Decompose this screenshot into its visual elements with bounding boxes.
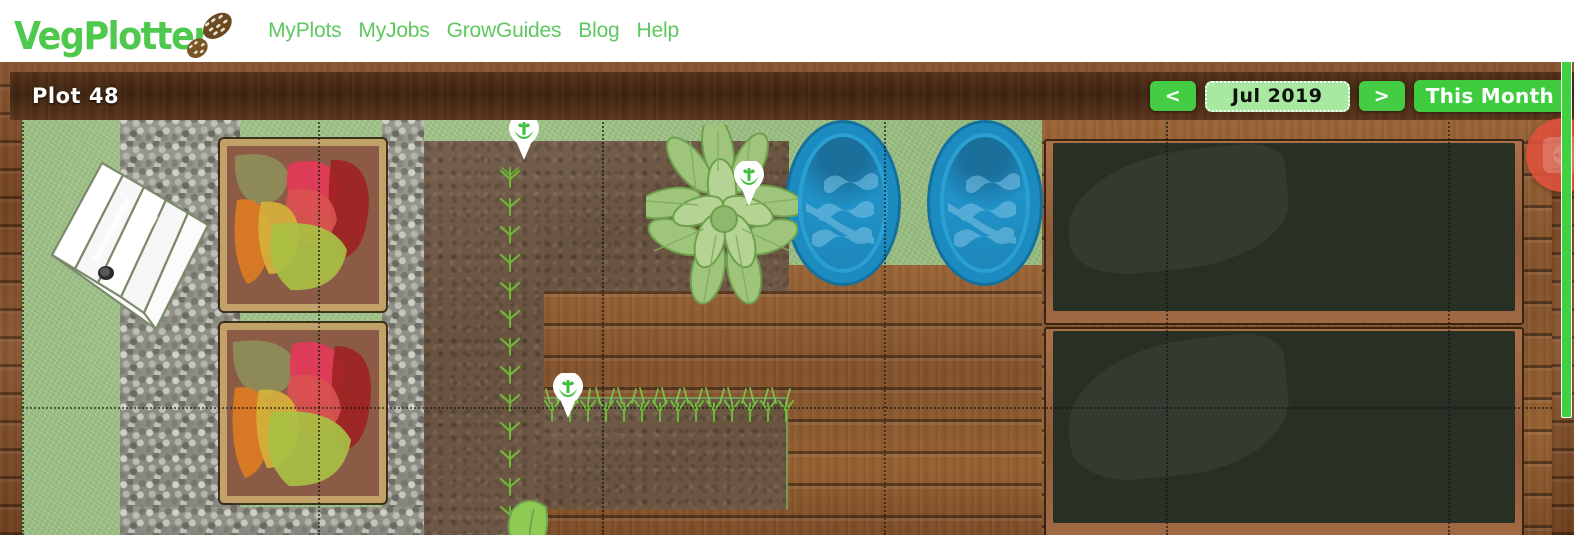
nav-link-blog[interactable]: Blog: [578, 19, 619, 43]
corner-leaf: [507, 500, 549, 535]
nav-link-growguides[interactable]: GrowGuides: [447, 19, 562, 43]
nav-link-myjobs[interactable]: MyJobs: [358, 19, 429, 43]
date-navigation-controls: < Jul 2019 > This Month: [1149, 80, 1566, 112]
plot-canvas[interactable]: [22, 115, 1552, 535]
nav-link-help[interactable]: Help: [637, 19, 680, 43]
raised-bed-bottom[interactable]: [220, 323, 386, 503]
soil-bed-vertical-left[interactable]: [424, 141, 544, 535]
this-month-button[interactable]: This Month: [1413, 80, 1566, 112]
brand-logo[interactable]: VegPlotter: [14, 5, 232, 58]
leafy-plant[interactable]: [646, 125, 798, 305]
top-navigation-bar: VegPlotter MyPlots MyJobs GrowGuides Blo…: [0, 0, 1574, 62]
plot-title: Plot 48: [32, 84, 120, 108]
vertical-scrollbar-thumb[interactable]: [1561, 56, 1572, 418]
cloche-cold-frame[interactable]: [30, 133, 220, 343]
weed-membrane-sheet: [1053, 331, 1515, 523]
water-ripple-icon: [948, 173, 1020, 248]
current-month-display[interactable]: Jul 2019: [1204, 80, 1350, 112]
water-butt-left[interactable]: [788, 123, 898, 283]
raised-bed-contents-icon: [227, 146, 379, 304]
grid-line-vertical: [22, 115, 24, 535]
water-butt-right[interactable]: [930, 123, 1040, 283]
membrane-bed-top[interactable]: [1044, 139, 1524, 325]
previous-month-button[interactable]: <: [1149, 81, 1196, 111]
raised-bed-top[interactable]: [220, 139, 386, 311]
nav-link-myplots[interactable]: MyPlots: [268, 19, 341, 43]
plant-marker-pin-2[interactable]: [731, 161, 767, 207]
raised-bed-contents-icon: [227, 330, 379, 496]
plot-frame: Plot 48 < Jul 2019 > This Month: [0, 62, 1574, 535]
main-nav-links: MyPlots MyJobs GrowGuides Blog Help: [268, 19, 679, 43]
next-month-button[interactable]: >: [1358, 81, 1405, 111]
membrane-bed-bottom[interactable]: [1044, 327, 1524, 535]
plot-header-bar: Plot 48 < Jul 2019 > This Month: [10, 72, 1574, 120]
water-ripple-icon: [806, 173, 878, 248]
plant-marker-pin-1[interactable]: [506, 115, 542, 161]
gravel-path-under-beds: [382, 115, 424, 535]
plant-marker-pin-3[interactable]: [550, 373, 586, 419]
weed-membrane-sheet: [1053, 143, 1515, 311]
